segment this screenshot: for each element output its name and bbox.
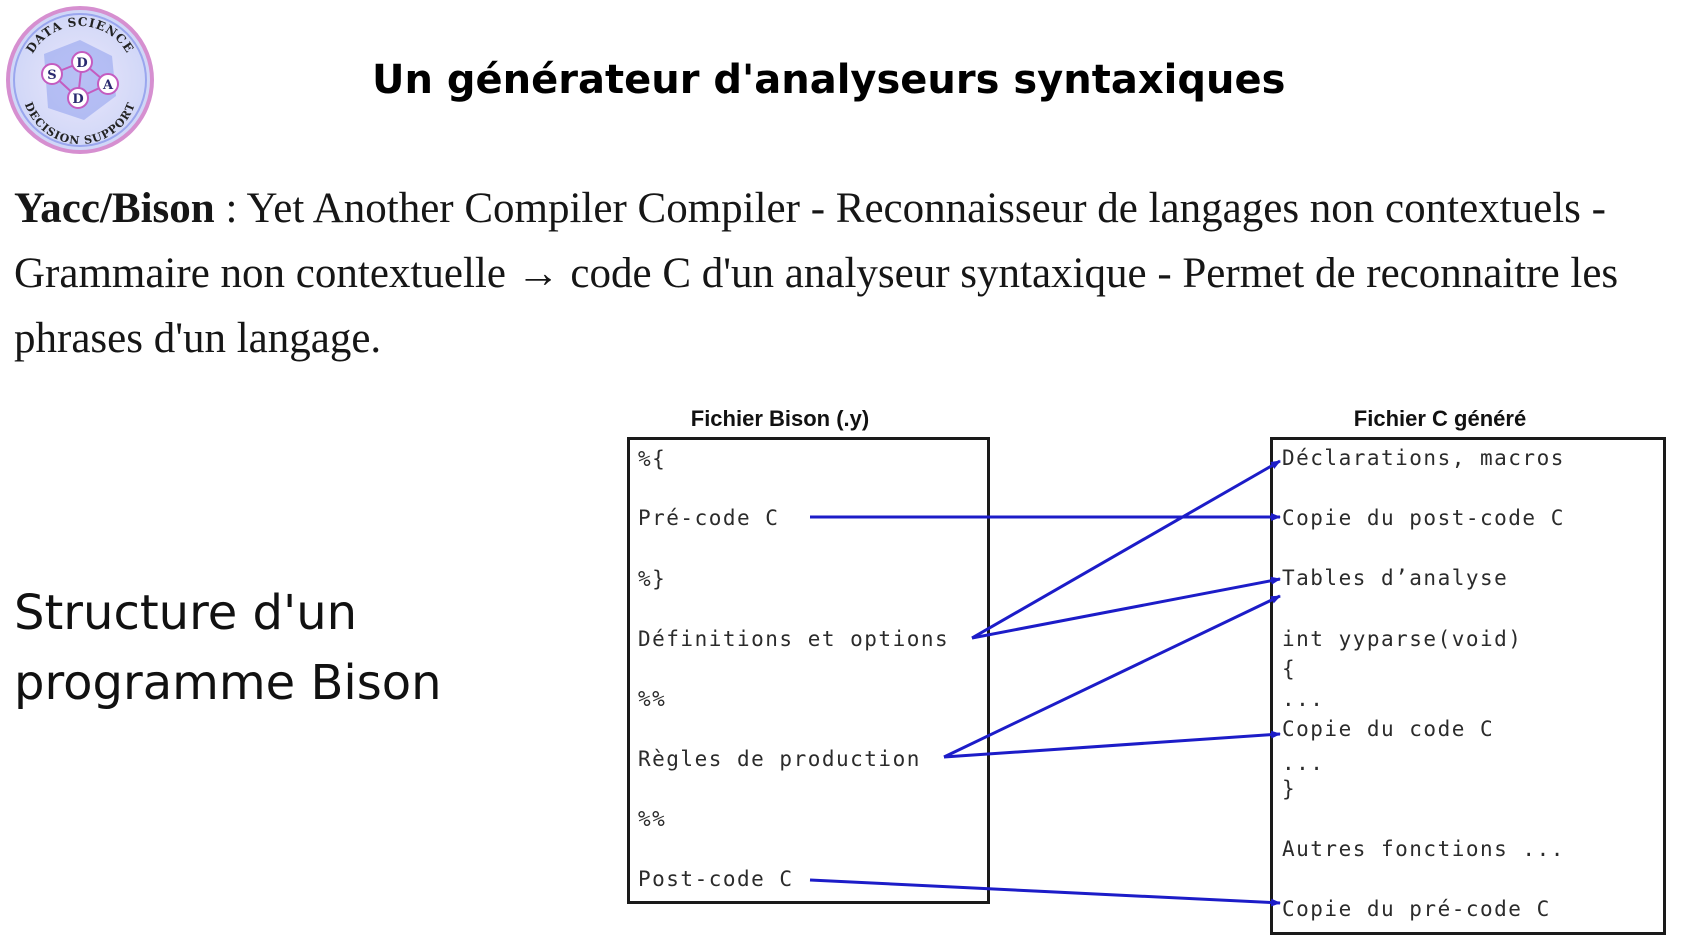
generated-file-caption: Fichier C généré — [1353, 406, 1527, 431]
bison-line-open-brace: %{ — [638, 447, 667, 471]
bison-line-precode: Pré-code C — [638, 506, 780, 530]
generated-line-dots-1: ... — [1282, 687, 1325, 711]
logo-letter-s: S — [47, 68, 56, 83]
bison-line-definitions: Définitions et options — [638, 627, 950, 651]
intro-lead: Yacc/Bison — [14, 185, 215, 232]
bison-line-close-brace: %} — [638, 567, 667, 591]
bison-line-postcode: Post-code C — [638, 867, 794, 891]
generated-line-brace-open: { — [1282, 657, 1297, 681]
arrow-rules-to-tables — [943, 594, 1281, 759]
generated-line-dots-2: ... — [1282, 751, 1325, 775]
generated-line-yyparse: int yyparse(void) — [1282, 627, 1523, 651]
page-title: Un générateur d'analyseurs syntaxiques — [372, 57, 1286, 103]
arrow-definitions-to-declarations — [971, 459, 1281, 640]
generated-line-tables: Tables d’analyse — [1282, 566, 1509, 590]
logo-letter-a: A — [102, 78, 114, 93]
bison-line-rules: Règles de production — [638, 747, 921, 771]
logo-letter-d2: D — [72, 92, 83, 107]
arrow-rules-to-copy-code — [943, 730, 1281, 759]
intro-paragraph: Yacc/Bison : Yet Another Compiler Compil… — [14, 176, 1674, 371]
data-science-decision-support-logo: S D D A DATA SCIENCE DECISION SUPPORT — [6, 6, 154, 154]
generated-line-copy-postcode: Copie du post-code C — [1282, 506, 1565, 530]
generated-line-declarations: Déclarations, macros — [1282, 446, 1565, 470]
intro-text: : Yet Another Compiler Compiler - Reconn… — [14, 185, 1619, 362]
structure-heading: Structure d'un programme Bison — [14, 585, 442, 711]
generated-line-copy-code: Copie du code C — [1282, 717, 1495, 741]
arrow-definitions-to-tables — [971, 576, 1281, 640]
bison-file-caption: Fichier Bison (.y) — [690, 406, 870, 431]
bison-line-separator-2: %% — [638, 807, 667, 831]
generated-line-brace-close: } — [1282, 777, 1297, 801]
bison-line-separator-1: %% — [638, 687, 667, 711]
generated-line-copy-precode: Copie du pré-code C — [1282, 897, 1551, 921]
generated-line-other-functions: Autres fonctions ... — [1282, 837, 1565, 861]
logo-letter-d1: D — [76, 56, 87, 71]
